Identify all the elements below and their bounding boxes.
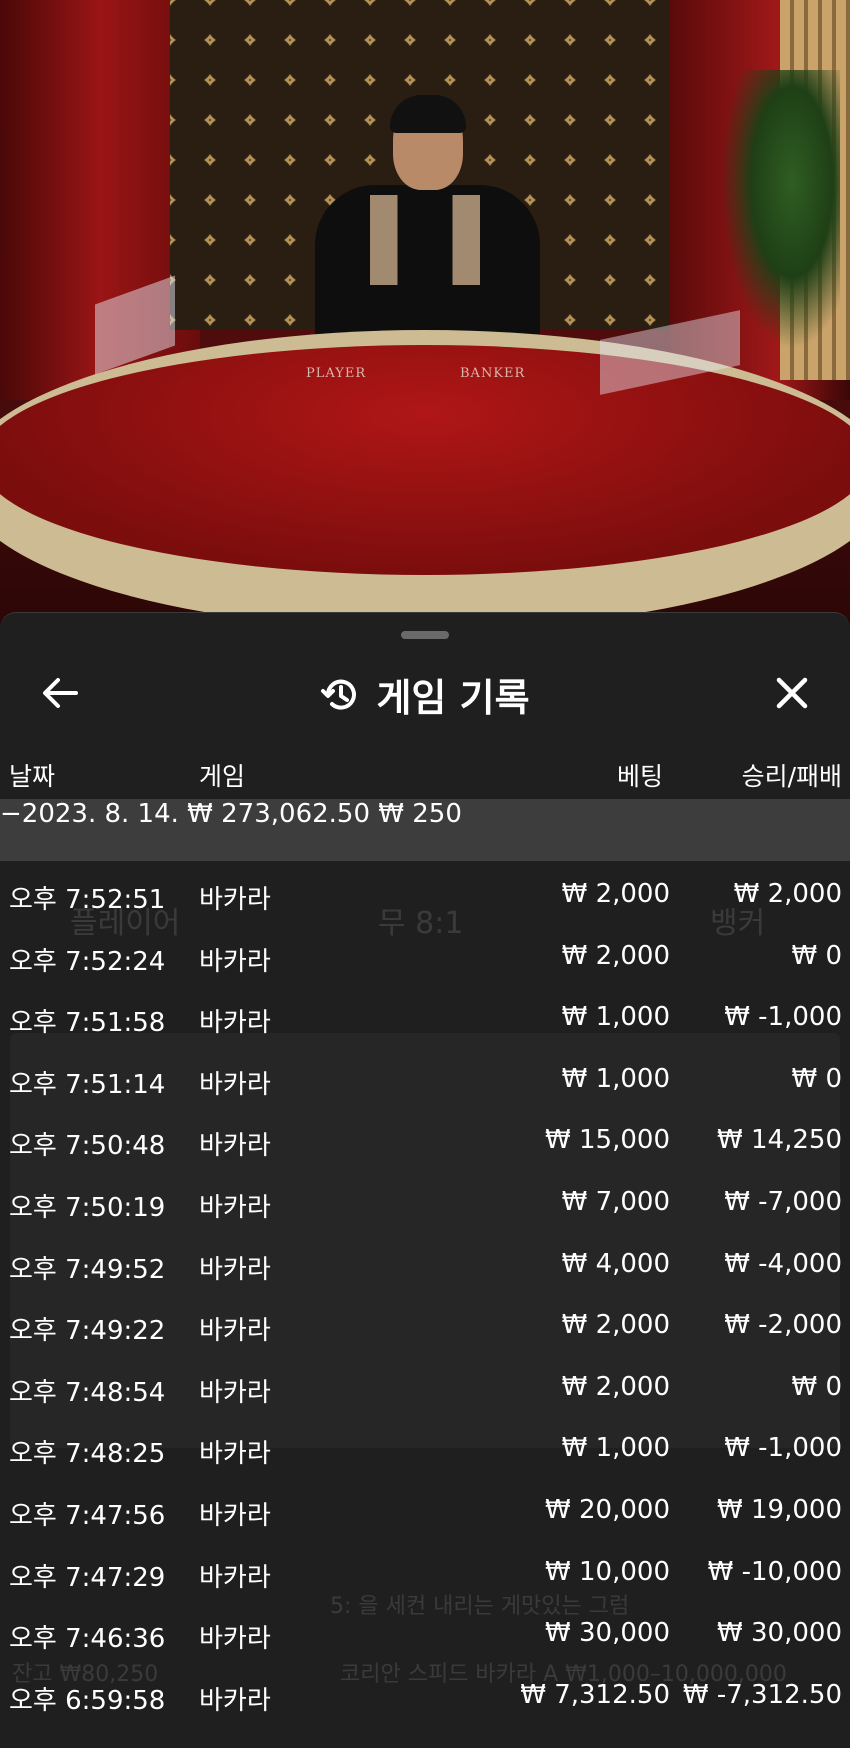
row-game: 바카라 [199, 1377, 271, 1408]
row-winloss: ₩ -1,000 [724, 1433, 842, 1464]
row-time: 오후 7:52:24 [9, 946, 166, 977]
row-game: 바카라 [199, 1316, 271, 1347]
row-bet: ₩ 1,000 [561, 1063, 670, 1094]
table-row[interactable]: 오후 7:50:19 바카라 ₩ 7,000 ₩ -7,000 [0, 1169, 850, 1231]
table-row[interactable]: 오후 7:47:56 바카라 ₩ 20,000 ₩ 19,000 [0, 1477, 850, 1539]
table-row[interactable]: 오후 7:49:22 바카라 ₩ 2,000 ₩ -2,000 [0, 1292, 850, 1354]
row-bet: ₩ 1,000 [561, 1002, 670, 1033]
row-game: 바카라 [199, 1439, 271, 1470]
sheet-title: 게임 기록 [376, 676, 530, 720]
summary-winloss: ₩ 250 [378, 799, 462, 829]
table-row[interactable]: 오후 7:51:58 바카라 ₩ 1,000 ₩ -1,000 [0, 984, 850, 1046]
row-time: 오후 7:48:54 [9, 1377, 166, 1408]
row-time: 오후 7:49:22 [9, 1316, 166, 1347]
row-bet: ₩ 2,000 [561, 940, 670, 971]
sheet-header: 게임 기록 [0, 653, 850, 733]
row-winloss: ₩ -2,000 [724, 1310, 842, 1341]
row-winloss: ₩ 30,000 [717, 1618, 842, 1649]
row-bet: ₩ 2,000 [561, 879, 670, 909]
row-time: 오후 7:51:14 [9, 1069, 166, 1100]
row-winloss: ₩ 14,250 [717, 1125, 842, 1156]
row-winloss: ₩ 19,000 [717, 1494, 842, 1525]
row-winloss: ₩ 2,000 [733, 879, 842, 909]
row-bet: ₩ 1,000 [561, 1433, 670, 1464]
felt-banker-label: BANKER [460, 366, 526, 381]
table-row[interactable]: 오후 7:49:52 바카라 ₩ 4,000 ₩ -4,000 [0, 1231, 850, 1293]
history-list: 오후 7:52:51 바카라 ₩ 2,000 ₩ 2,000 오후 7:52:24 바카라… [0, 861, 850, 1723]
felt-player-label: PLAYER [306, 366, 367, 381]
plant [720, 70, 840, 350]
row-bet: ₩ 10,000 [545, 1556, 670, 1587]
row-bet: ₩ 7,000 [561, 1186, 670, 1217]
row-game: 바카라 [199, 1685, 271, 1716]
row-time: 오후 7:48:25 [9, 1439, 166, 1470]
row-game: 바카라 [199, 1192, 271, 1223]
row-time: 오후 7:52:51 [9, 885, 166, 915]
row-winloss: ₩ 0 [791, 940, 842, 971]
col-game-header: 게임 [199, 762, 246, 791]
row-winloss: ₩ -1,000 [724, 1002, 842, 1033]
summary-date: −2023. 8. 14. [0, 799, 179, 829]
table-row[interactable]: 오후 6:59:58 바카라 ₩ 7,312.50 ₩ -7,312.50 [0, 1662, 850, 1724]
row-game: 바카라 [199, 1131, 271, 1162]
row-bet: ₩ 15,000 [545, 1125, 670, 1156]
col-bet-header: 베팅 [616, 762, 663, 791]
row-time: 오후 7:47:56 [9, 1500, 166, 1531]
table-row[interactable]: 오후 7:52:51 바카라 ₩ 2,000 ₩ 2,000 [0, 861, 850, 923]
table-row[interactable]: 오후 7:47:29 바카라 ₩ 10,000 ₩ -10,000 [0, 1539, 850, 1601]
row-bet: ₩ 2,000 [561, 1371, 670, 1402]
row-game: 바카라 [199, 885, 271, 915]
row-game: 바카라 [199, 1069, 271, 1100]
table-row[interactable]: 오후 7:52:24 바카라 ₩ 2,000 ₩ 0 [0, 923, 850, 985]
row-game: 바카라 [199, 946, 271, 977]
close-icon [776, 677, 808, 709]
row-time: 오후 7:49:52 [9, 1254, 166, 1285]
row-game: 바카라 [199, 1624, 271, 1655]
row-bet: ₩ 7,312.50 [520, 1679, 670, 1710]
row-time: 오후 7:50:48 [9, 1131, 166, 1162]
row-bet: ₩ 20,000 [545, 1494, 670, 1525]
row-game: 바카라 [199, 1254, 271, 1285]
row-time: 오후 7:46:36 [9, 1624, 166, 1655]
row-time: 오후 7:51:58 [9, 1008, 166, 1039]
row-game: 바카라 [199, 1008, 271, 1039]
table-row[interactable]: 오후 7:51:14 바카라 ₩ 1,000 ₩ 0 [0, 1046, 850, 1108]
dealer-vest [370, 195, 480, 285]
row-winloss: ₩ -4,000 [724, 1248, 842, 1279]
table-header: 날짜 게임 베팅 승리/패배 [0, 743, 850, 799]
row-time: 오후 7:47:29 [9, 1562, 166, 1593]
row-bet: ₩ 2,000 [561, 1310, 670, 1341]
game-history-sheet: 플레이어 무 8:1 뱅커 5: 을 세컨 내리는 게맛있는 그럼 잔고 ₩80… [0, 612, 850, 1748]
drag-handle[interactable] [401, 631, 449, 639]
row-winloss: ₩ -10,000 [707, 1556, 842, 1587]
row-winloss: ₩ 0 [791, 1371, 842, 1402]
row-bet: ₩ 30,000 [545, 1618, 670, 1649]
close-button[interactable] [760, 661, 824, 725]
table-felt [0, 345, 850, 575]
table-row[interactable]: 오후 7:48:54 바카라 ₩ 2,000 ₩ 0 [0, 1354, 850, 1416]
day-summary-row[interactable]: −2023. 8. 14. ₩ 273,062.50 ₩ 250 [0, 799, 850, 861]
col-date-header: 날짜 [9, 762, 56, 791]
table-row[interactable]: 오후 7:50:48 바카라 ₩ 15,000 ₩ 14,250 [0, 1107, 850, 1169]
summary-bet: ₩ 273,062.50 [187, 799, 371, 829]
table-row[interactable]: 오후 7:46:36 바카라 ₩ 30,000 ₩ 30,000 [0, 1600, 850, 1662]
row-bet: ₩ 4,000 [561, 1248, 670, 1279]
row-winloss: ₩ 0 [791, 1063, 842, 1094]
live-video: PLAYER BANKER [0, 0, 850, 640]
row-game: 바카라 [199, 1562, 271, 1593]
row-game: 바카라 [199, 1500, 271, 1531]
row-time: 오후 7:50:19 [9, 1192, 166, 1223]
col-winloss-header: 승리/패배 [741, 762, 842, 791]
history-icon [321, 679, 357, 710]
row-winloss: ₩ -7,312.50 [682, 1679, 842, 1710]
row-winloss: ₩ -7,000 [724, 1186, 842, 1217]
row-time: 오후 6:59:58 [9, 1685, 166, 1716]
table-row[interactable]: 오후 7:48:25 바카라 ₩ 1,000 ₩ -1,000 [0, 1415, 850, 1477]
